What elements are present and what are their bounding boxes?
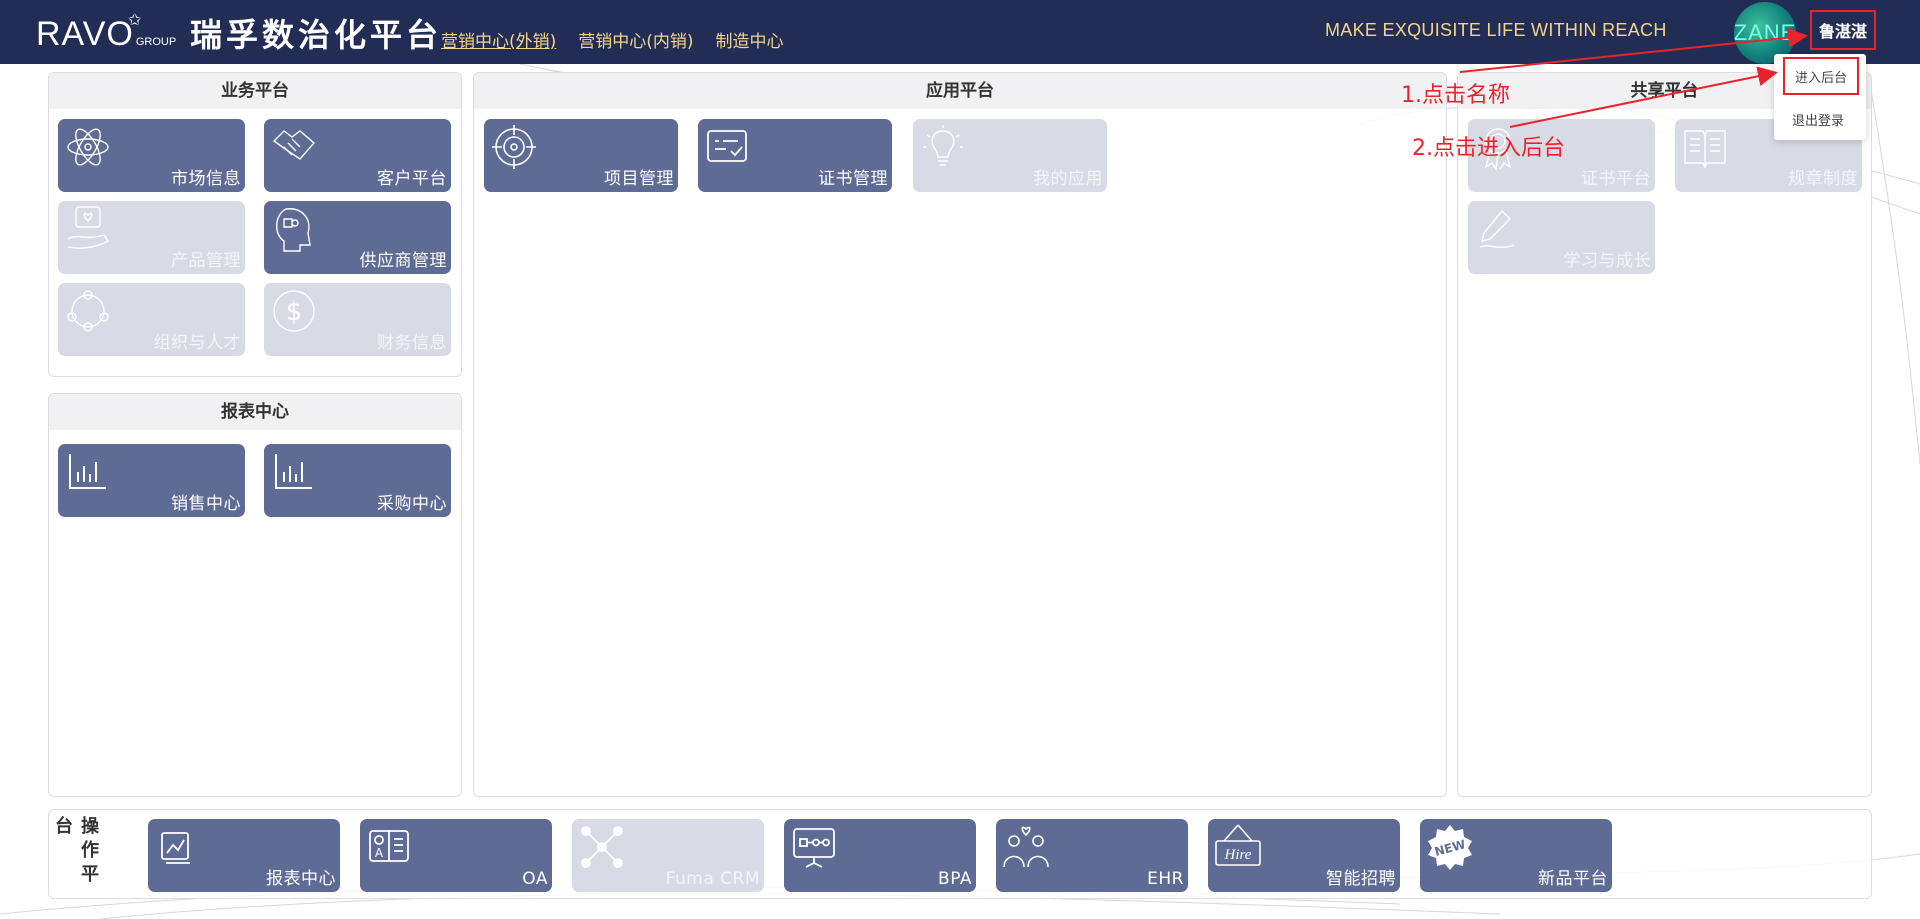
avatar-text: ZANE (1734, 20, 1796, 45)
logo-star-icon: ✩ (128, 10, 142, 29)
tile-label: OA (522, 869, 548, 889)
nav-item-manufacturing[interactable]: 制造中心 (716, 27, 784, 52)
username-button[interactable]: 鲁湛湛 (1810, 10, 1876, 50)
tile-label: 市场信息 (171, 169, 241, 189)
logo-text: RAVO (36, 15, 134, 53)
bar-chart-icon (275, 454, 312, 489)
annotation-step1: 1.点击名称 (1401, 83, 1510, 108)
hire-sign-icon: Hire (1215, 824, 1261, 866)
title-char: 作 (81, 840, 99, 861)
tile-label: 采购中心 (377, 494, 447, 514)
puzzle-head-icon (276, 208, 311, 252)
book-icon (1684, 130, 1726, 169)
tile-fuma-crm[interactable]: Fuma CRM (572, 819, 764, 892)
tile-ehr[interactable]: EHR (996, 819, 1188, 892)
tile-label: 供应商管理 (359, 251, 447, 271)
tile-label: 新品平台 (1538, 869, 1608, 889)
tile-finance-info[interactable]: $ 财务信息 (264, 283, 451, 356)
tile-bpa[interactable]: BPA (784, 819, 976, 892)
tile-certificate-management[interactable]: 证书管理 (698, 119, 892, 192)
network-icon (581, 826, 623, 868)
nav-item-marketing-export[interactable]: 营销中心(外销) (441, 27, 556, 52)
annotation-step2: 2.点击进入后台 (1412, 136, 1565, 161)
tile-label: BPA (938, 869, 972, 889)
business-platform-panel: 业务平台 市场信息 客户平台 产品管理 供应商管理 组织与人才 $ 财务信息 (48, 72, 462, 377)
ravo-logo[interactable]: RAVO GROUP ✩ (36, 10, 177, 53)
tile-label: 我的应用 (1033, 169, 1103, 189)
tile-label: 学习与成长 (1563, 251, 1651, 271)
tile-customer-platform[interactable]: 客户平台 (264, 119, 451, 192)
title-char: 平 (81, 864, 99, 885)
tile-sales-center[interactable]: 销售中心 (58, 444, 245, 517)
tile-oa[interactable]: A OA (360, 819, 552, 892)
top-nav: 营销中心(外销) 营销中心(内销) 制造中心 (441, 27, 784, 52)
user-dropdown-menu: 进入后台 退出登录 (1774, 54, 1866, 140)
tile-report-center[interactable]: 报表中心 (148, 819, 340, 892)
platform-title: 瑞孚数治化平台 (190, 16, 443, 54)
tile-label: Fuma CRM (665, 869, 760, 889)
tile-learning-growth[interactable]: 学习与成长 (1468, 201, 1655, 274)
report-center-title: 报表中心 (49, 394, 461, 430)
tile-label: 项目管理 (604, 169, 674, 189)
handshake-icon (272, 130, 315, 160)
target-icon (492, 125, 536, 169)
atom-icon (67, 128, 109, 166)
svg-text:Hire: Hire (1224, 847, 1252, 863)
title-char: 台 (55, 816, 73, 837)
tile-label: 客户平台 (377, 169, 447, 189)
logout-item[interactable]: 退出登录 (1792, 110, 1844, 129)
application-platform-title: 应用平台 (474, 73, 1446, 109)
dollar-icon: $ (273, 290, 315, 332)
tile-purchase-center[interactable]: 采购中心 (264, 444, 451, 517)
hand-heart-icon (67, 206, 109, 249)
business-platform-title: 业务平台 (49, 73, 461, 109)
tile-label: 证书管理 (818, 169, 888, 189)
oa-icon: A (369, 830, 409, 862)
tile-organization-talent[interactable]: 组织与人才 (58, 283, 245, 356)
people-heart-icon (1003, 826, 1049, 868)
tile-label: EHR (1147, 869, 1184, 889)
presentation-icon (793, 828, 835, 868)
lightbulb-icon (923, 125, 963, 166)
tile-smart-hiring[interactable]: Hire 智能招聘 (1208, 819, 1400, 892)
pen-icon (1479, 209, 1515, 248)
slogan: MAKE EXQUISITE LIFE WITHIN REACH (1325, 20, 1667, 40)
tile-new-product-platform[interactable]: NEW 新品平台 (1420, 819, 1612, 892)
tile-product-management[interactable]: 产品管理 (58, 201, 245, 274)
tile-label: 产品管理 (171, 251, 241, 271)
new-badge-icon: NEW (1428, 825, 1472, 870)
bar-chart-icon (69, 454, 106, 489)
tile-label: 财务信息 (377, 333, 447, 353)
title-char: 操 (81, 816, 99, 837)
certificate-icon (707, 130, 747, 162)
people-circle-icon (67, 290, 109, 332)
tile-my-apps[interactable]: 我的应用 (913, 119, 1107, 192)
tile-label: 销售中心 (171, 494, 241, 514)
tile-label: 证书平台 (1581, 169, 1651, 189)
enter-backend-item[interactable]: 进入后台 (1783, 57, 1859, 95)
operate-platform-title: 操 作 平 台 (55, 812, 105, 885)
nav-item-marketing-domestic[interactable]: 营销中心(内销) (578, 27, 693, 52)
application-platform-panel: 应用平台 项目管理 证书管理 我的应用 (473, 72, 1447, 797)
tile-label: 智能招聘 (1326, 869, 1396, 889)
tile-label: 报表中心 (266, 869, 336, 889)
report-center-panel: 报表中心 销售中心 采购中心 (48, 393, 462, 797)
report-icon (161, 832, 190, 864)
operate-platform-panel: 操 作 平 台 报表中心 A OA Fuma CRM BPA EHR Hire … (48, 809, 1872, 899)
tile-label: 规章制度 (1788, 169, 1858, 189)
tile-project-management[interactable]: 项目管理 (484, 119, 678, 192)
svg-text:$: $ (286, 297, 303, 327)
tile-market-info[interactable]: 市场信息 (58, 119, 245, 192)
tile-supplier-management[interactable]: 供应商管理 (264, 201, 451, 274)
logo-group-text: GROUP (135, 36, 177, 48)
tile-label: 组织与人才 (153, 333, 241, 353)
shared-platform-panel: 共享平台 证书平台 规章制度 学习与成长 (1457, 72, 1872, 797)
top-header: RAVO GROUP ✩ 瑞孚数治化平台 营销中心(外销) 营销中心(内销) 制… (0, 0, 1920, 64)
svg-text:A: A (375, 846, 384, 860)
